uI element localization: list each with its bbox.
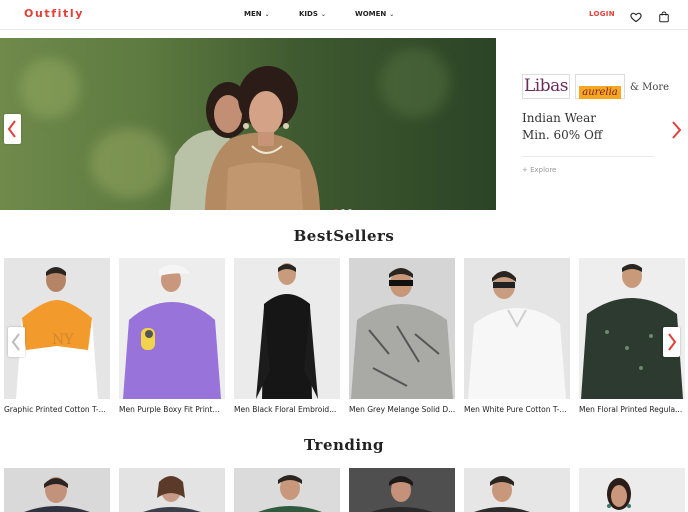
nav-item-label: WOMEN bbox=[355, 10, 387, 18]
product-name[interactable]: Men Floral Printed Regula... bbox=[579, 405, 687, 414]
trending-card[interactable] bbox=[119, 468, 225, 512]
chevron-left-icon bbox=[7, 120, 16, 138]
product-image bbox=[4, 468, 110, 512]
top-navbar: Outfitly MEN ⌄ KIDS ⌄ WOMEN ⌄ LOGIN bbox=[0, 0, 688, 30]
nav-item-women[interactable]: WOMEN ⌄ bbox=[355, 10, 394, 18]
product-image bbox=[119, 468, 225, 512]
product-name[interactable]: Men Grey Melange Solid D... bbox=[349, 405, 457, 414]
product-image bbox=[579, 468, 685, 512]
carousel-dot[interactable] bbox=[348, 209, 352, 210]
trending-card[interactable] bbox=[579, 468, 685, 512]
brand-logo-aurelia: aurelia bbox=[575, 74, 625, 99]
promo-subtitle: Min. 60% Off bbox=[522, 128, 603, 142]
login-link[interactable]: LOGIN bbox=[589, 10, 615, 18]
trending-card[interactable] bbox=[4, 468, 110, 512]
wishlist-heart-icon[interactable] bbox=[630, 8, 642, 23]
nav-item-kids[interactable]: KIDS ⌄ bbox=[299, 10, 326, 18]
hero-models-illustration bbox=[170, 66, 320, 210]
product-image bbox=[234, 468, 340, 512]
product-image bbox=[349, 468, 455, 512]
trending-card[interactable] bbox=[234, 468, 340, 512]
nav-item-men[interactable]: MEN ⌄ bbox=[244, 10, 270, 18]
promo-more-text: & More bbox=[630, 82, 670, 93]
divider bbox=[522, 156, 654, 157]
product-name[interactable]: Graphic Printed Cotton T-... bbox=[4, 405, 112, 414]
promo-title: Indian Wear bbox=[522, 111, 597, 125]
product-name[interactable]: Men White Pure Cotton T-... bbox=[464, 405, 572, 414]
bestsellers-prev-button[interactable] bbox=[8, 327, 25, 357]
bestsellers-title: BestSellers bbox=[293, 227, 395, 245]
product-image bbox=[464, 258, 570, 399]
product-name[interactable]: Men Black Floral Embroid... bbox=[234, 405, 342, 414]
promo-panel[interactable]: Libas aurelia & More Indian Wear Min. 60… bbox=[497, 38, 688, 210]
product-card[interactable] bbox=[464, 258, 570, 399]
chevron-down-icon: ⌄ bbox=[264, 11, 270, 18]
carousel-dot-active[interactable] bbox=[334, 209, 338, 210]
carousel-dot[interactable] bbox=[341, 209, 345, 210]
brand-logo-libas: Libas bbox=[522, 74, 570, 99]
chevron-left-icon bbox=[11, 333, 20, 351]
product-image bbox=[119, 258, 225, 399]
explore-link[interactable]: + Explore bbox=[522, 166, 556, 174]
trending-title: Trending bbox=[303, 436, 384, 454]
product-image bbox=[464, 468, 570, 512]
chevron-right-icon bbox=[668, 333, 677, 351]
hero-banner-image[interactable] bbox=[0, 38, 496, 210]
chevron-right-icon[interactable] bbox=[669, 120, 683, 140]
carousel-dots bbox=[334, 198, 355, 210]
product-card[interactable] bbox=[234, 258, 340, 399]
nav-item-label: KIDS bbox=[299, 10, 318, 18]
bestsellers-next-button[interactable] bbox=[663, 327, 680, 357]
product-card[interactable] bbox=[349, 258, 455, 399]
product-card[interactable] bbox=[119, 258, 225, 399]
product-name[interactable]: Men Purple Boxy Fit Print... bbox=[119, 405, 227, 414]
chevron-down-icon: ⌄ bbox=[320, 11, 326, 18]
carousel-prev-button[interactable] bbox=[4, 114, 21, 144]
chevron-down-icon: ⌄ bbox=[389, 11, 395, 18]
product-image bbox=[349, 258, 455, 399]
nav-item-label: MEN bbox=[244, 10, 262, 18]
svg-text:NY: NY bbox=[52, 332, 74, 348]
product-image bbox=[234, 258, 340, 399]
brand-logo[interactable]: Outfitly bbox=[24, 7, 84, 20]
trending-card[interactable] bbox=[464, 468, 570, 512]
shopping-bag-icon[interactable] bbox=[658, 8, 670, 23]
trending-card[interactable] bbox=[349, 468, 455, 512]
